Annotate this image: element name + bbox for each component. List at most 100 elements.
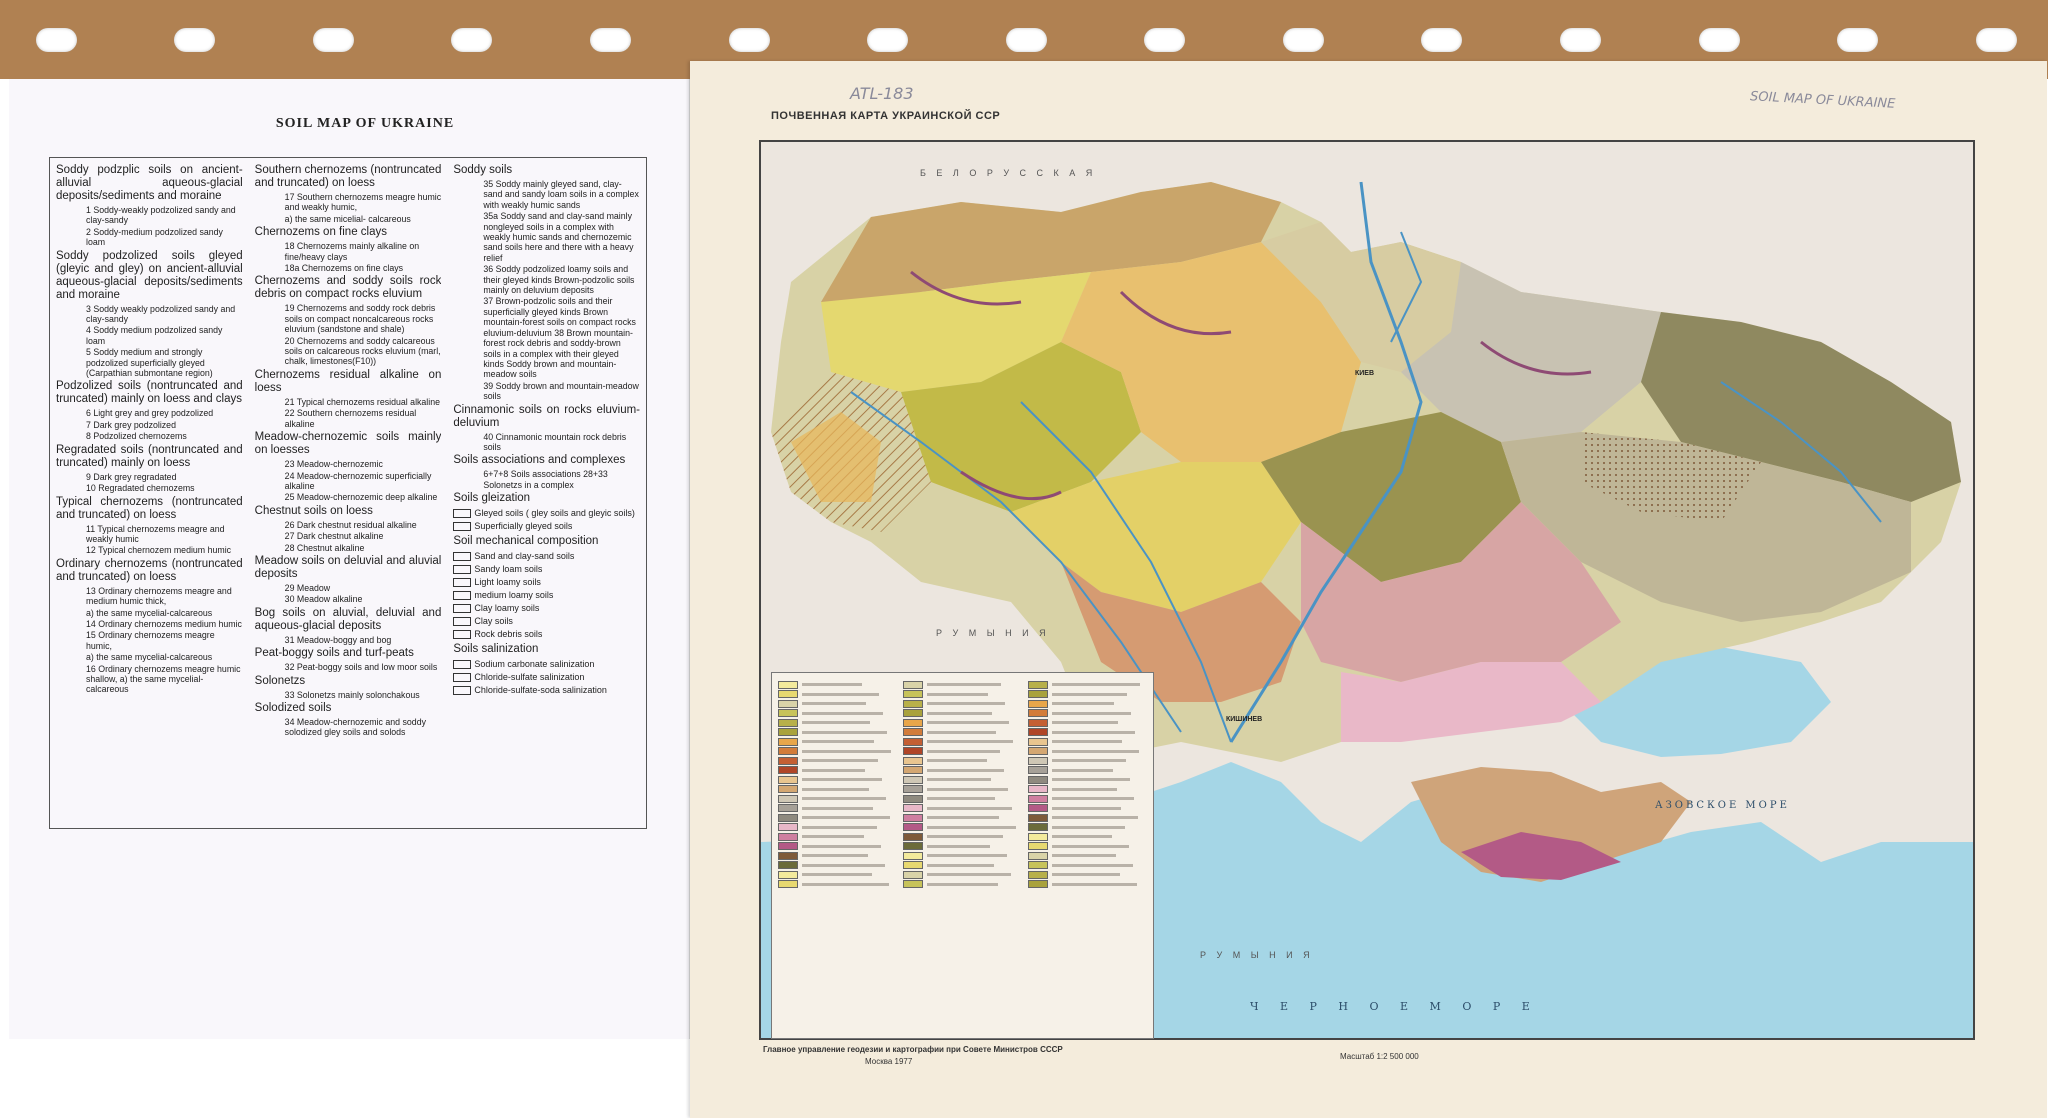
map-legend-swatch — [903, 832, 923, 841]
legend-symbol-label: Light loamy soils — [474, 577, 541, 588]
map-legend-swatch — [1028, 775, 1048, 784]
map-legend-row — [903, 680, 1021, 689]
label-kiev: КИЕВ — [1355, 370, 1375, 377]
map-legend-swatch — [903, 880, 923, 888]
map-legend-swatch — [778, 785, 798, 793]
map-legend-row — [778, 766, 896, 774]
legend-item: 22 Southern chernozems residual alkaline — [284, 408, 417, 429]
legend-symbol-label: Sodium carbonate salinization — [474, 659, 595, 670]
legend-group-heading: Chestnut soils on loess — [254, 504, 373, 517]
map-legend-swatch — [903, 747, 923, 755]
map-legend-row — [778, 823, 896, 831]
map-legend-text-line — [802, 787, 869, 791]
map-legend-swatch — [1028, 851, 1048, 860]
map-legend-text-line — [802, 882, 889, 886]
legend-group-heading: Podzolized soils (nontruncated and trunc… — [56, 380, 243, 406]
map-legend-text-line — [927, 787, 1008, 791]
map-legend-text-line — [927, 863, 994, 867]
map-legend-text-line — [802, 825, 877, 829]
map-legend-text-line — [802, 702, 866, 705]
legend-item: 31 Meadow-boggy and bog — [284, 634, 392, 645]
legend-group-heading: Soils gleization — [453, 492, 531, 505]
map-legend-text-line — [802, 797, 886, 800]
map-legend-text-line — [802, 768, 865, 772]
map-legend-swatch — [778, 718, 798, 727]
map-legend-row — [778, 851, 896, 860]
legend-symbol-row: Sodium carbonate salinization — [453, 658, 640, 671]
map-legend-text-line — [1052, 787, 1117, 791]
map-legend-row — [1028, 870, 1146, 879]
legend-item: 9 Dark grey regradated — [86, 471, 177, 482]
legend-item: 40 Cinnamonic mountain rock debris soils — [483, 431, 627, 452]
legend-symbol-label: Clay loamy soils — [474, 603, 540, 614]
map-legend-row — [903, 718, 1021, 727]
legend-group-heading: Bog soils on aluvial, deluvial and aqueo… — [254, 606, 442, 632]
map-legend-text-line — [802, 778, 882, 781]
map-legend-text-line — [1052, 749, 1139, 753]
legend-symbol-icon — [453, 660, 472, 670]
map-legend-swatch — [1028, 842, 1048, 850]
legend-symbol-icon — [453, 686, 472, 696]
publisher-line: Главное управление геодезии и картографи… — [763, 1045, 1063, 1054]
legend-group-heading: Soddy podzolized soils gleyed (gleyic an… — [56, 249, 243, 301]
map-legend-text-line — [1052, 778, 1130, 781]
legend-item: 3 Soddy weakly podzolized sandy and clay… — [86, 303, 236, 325]
label-black-sea: Ч Е Р Н О Е М О Р Е — [1250, 1000, 1539, 1013]
map-legend-row — [778, 756, 896, 765]
map-legend-swatch — [778, 699, 798, 708]
punch-hole — [867, 28, 908, 52]
map-legend-text-line — [1052, 844, 1129, 848]
map-legend-text-line — [927, 730, 996, 734]
map-legend-swatch — [903, 728, 923, 736]
legend-group-heading: Chernozems residual alkaline on loess — [254, 368, 442, 394]
legend-group-heading: Soddy podzplic soils on ancient-alluvial… — [56, 164, 243, 202]
legend-group-heading: Typical chernozems (nontruncated and tru… — [56, 495, 243, 521]
map-legend-row — [1028, 775, 1146, 784]
map-legend-swatch — [778, 680, 798, 689]
map-legend-row — [903, 690, 1021, 698]
label-kishinev: КИШИНЕВ — [1226, 716, 1263, 723]
map-legend-swatch — [1028, 699, 1048, 708]
map-legend-row — [778, 680, 896, 689]
map-legend-row — [778, 709, 896, 717]
map-legend-swatch — [778, 804, 798, 812]
punch-hole — [36, 28, 77, 52]
legend-item: 4 Soddy medium podzolized sandy loam — [86, 325, 223, 346]
label-romania-south: Р У М Ы Н И Я — [1200, 950, 1314, 960]
legend-item: 35 Soddy mainly gleyed sand, clay-sand a… — [483, 179, 639, 210]
punch-hole — [1421, 28, 1462, 52]
map-legend-row — [1028, 690, 1146, 698]
map-legend-swatch — [1028, 870, 1048, 879]
map-legend-row — [778, 870, 896, 879]
map-legend-swatch — [778, 756, 798, 765]
map-legend-swatch — [1028, 861, 1048, 869]
map-legend-text-line — [1052, 692, 1127, 696]
map-legend-row — [903, 775, 1021, 784]
map-legend-row — [903, 804, 1021, 812]
legend-item: 29 Meadow — [284, 582, 331, 593]
map-legend-swatch — [1028, 680, 1048, 689]
map-legend-swatch — [778, 861, 798, 869]
map-legend-text-line — [802, 854, 868, 857]
map-legend-row — [903, 880, 1021, 888]
legend-item: 37 Brown-podzolic soils and their superf… — [483, 296, 636, 380]
map-legend-row — [903, 823, 1021, 831]
map-legend-text-line — [802, 835, 864, 838]
legend-symbol-label: Chloride-sulfate salinization — [474, 672, 585, 683]
map-legend-row — [1028, 823, 1146, 831]
legend-item: 10 Regradated chernozems — [86, 483, 195, 494]
map-legend-text-line — [802, 863, 885, 867]
legend-group-heading: Southern chernozems (nontruncated and tr… — [254, 164, 442, 189]
map-legend-text-line — [1052, 730, 1135, 734]
punch-hole — [451, 28, 492, 52]
legend-symbol-row: Clay soils — [453, 615, 640, 628]
map-legend-text-line — [802, 749, 891, 753]
map-legend-swatch — [903, 842, 923, 850]
legend-symbol-icon — [453, 522, 472, 532]
legend-symbol-label: Gleyed soils ( gley soils and gleyic soi… — [474, 508, 635, 519]
map-legend-row — [1028, 842, 1146, 850]
map-legend-swatch — [1028, 785, 1048, 793]
map-legend-row — [903, 794, 1021, 803]
legend-item: 15 Ordinary chernozems meagre humic, — [86, 630, 215, 651]
map-legend-text-line — [927, 844, 990, 848]
